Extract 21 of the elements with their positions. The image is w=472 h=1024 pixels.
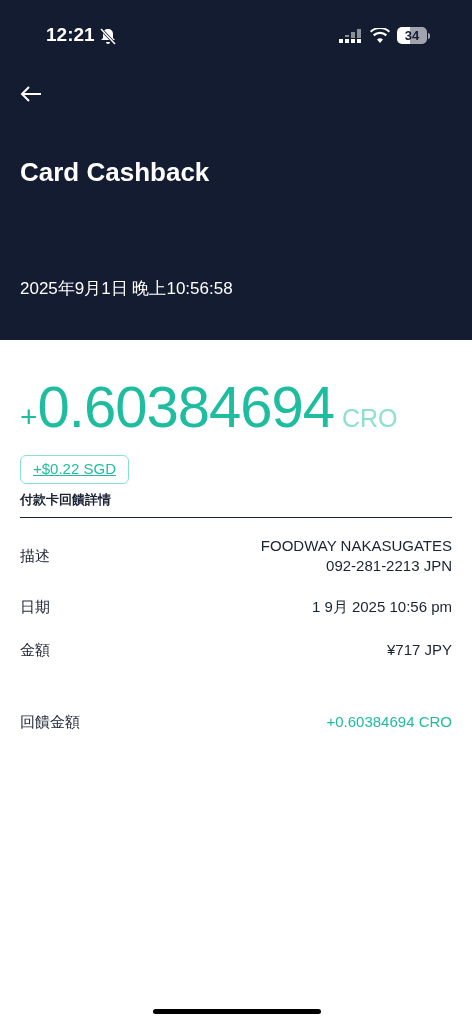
fiat-value-button[interactable]: +$0.22 SGD [20,455,129,484]
back-arrow-icon[interactable] [20,85,42,103]
section-title: 付款卡回饋詳情 [20,490,112,509]
detail-label: 回饋金額 [20,712,80,732]
detail-label: 金額 [20,639,50,660]
detail-value: ¥717 JPY [386,639,452,660]
detail-value: +0.60384694 CRO [326,712,452,733]
transaction-timestamp: 2025年9月1日 晚上10:56:58 [19,280,234,297]
detail-value: 092-281-2213 JPN [326,556,452,576]
currency-code: CRO [341,403,398,434]
cashback-amount: 0.60384694 [37,378,334,436]
page-title: Card Cashback [19,159,211,185]
detail-label: 描述 [20,545,50,566]
wifi-icon [370,28,390,43]
muted-bell-icon [98,26,117,45]
status-time: 12:21 [46,23,95,48]
detail-label: 日期 [20,597,50,617]
detail-value: FOODWAY NAKASUGATES [260,536,452,556]
amount-sign: + [20,399,38,435]
detail-value: 1 9月 2025 10:56 pm [311,597,452,618]
signal-icon [339,28,363,43]
